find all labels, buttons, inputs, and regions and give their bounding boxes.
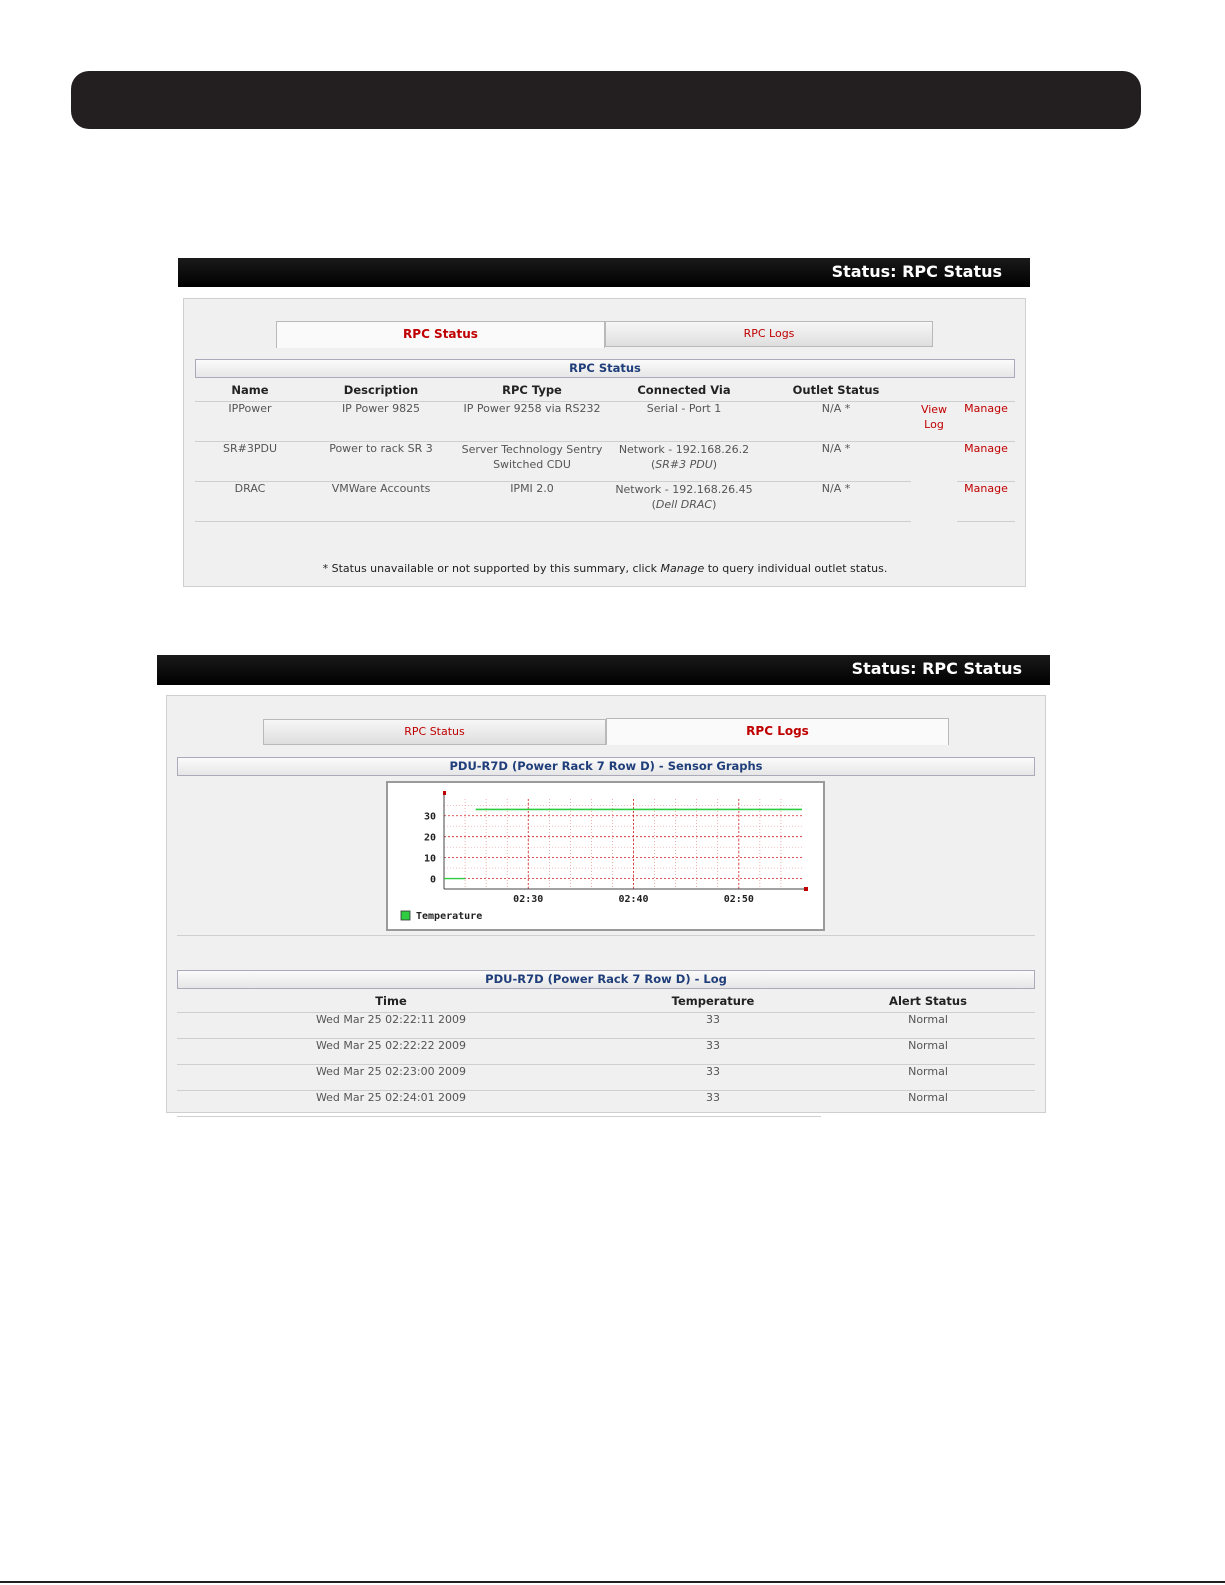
x-axis-arrow <box>804 887 808 891</box>
table-row: Wed Mar 25 02:24:01 2009 33 Normal <box>177 1090 1035 1117</box>
log-temperature: 33 <box>605 1090 821 1117</box>
rpc-connected-device: SR#3 PDU <box>655 458 713 471</box>
document-header-bar <box>71 71 1141 129</box>
log-alert: Normal <box>908 1091 948 1104</box>
rpc-description: IP Power 9825 <box>305 401 457 442</box>
y-tick-label: 0 <box>430 875 436 886</box>
rpc-connected-address: Network - 192.168.26.2 <box>618 443 750 456</box>
tab-rpc-status[interactable]: RPC Status <box>263 719 606 745</box>
outlet-status-footnote: * Status unavailable or not supported by… <box>195 562 1015 575</box>
rpc-description: Power to rack SR 3 <box>305 441 457 482</box>
rpc-type: Server Technology Sentry Switched CDU <box>457 441 607 482</box>
manage-link[interactable]: Manage <box>964 402 1008 415</box>
x-tick-label: 02:50 <box>724 894 754 905</box>
panel-1-header: Status: RPC Status <box>178 258 1030 287</box>
page-bottom-rule <box>0 1581 1225 1583</box>
table-row: Wed Mar 25 02:23:00 2009 33 Normal <box>177 1064 1035 1091</box>
panel-1-tabs: RPC Status RPC Logs <box>276 321 933 348</box>
footnote-text: * Status unavailable or not supported by… <box>322 562 661 575</box>
col-name: Name <box>231 383 269 397</box>
rpc-table-header: Name Description RPC Type Connected Via … <box>195 379 1015 402</box>
rpc-status-section-title: RPC Status <box>195 359 1015 378</box>
panel-2-title: Status: RPC Status <box>851 659 1022 678</box>
col-temperature: Temperature <box>671 994 755 1008</box>
x-tick-label: 02:30 <box>513 894 543 905</box>
log-section-title: PDU-R7D (Power Rack 7 Row D) - Log <box>177 970 1035 989</box>
rpc-name: SR#3PDU <box>195 441 305 482</box>
y-axis-arrow <box>443 791 446 795</box>
panel-2-header: Status: RPC Status <box>157 655 1050 685</box>
tab-rpc-status[interactable]: RPC Status <box>276 321 605 348</box>
footnote-manage: Manage <box>660 562 705 575</box>
manage-link[interactable]: Manage <box>964 442 1008 455</box>
temperature-chart: 0 10 20 30 02:30 02:40 02:50 Temperature <box>400 791 808 922</box>
panel-1-title: Status: RPC Status <box>831 262 1002 281</box>
rpc-name: DRAC <box>195 481 305 522</box>
table-row: SR#3PDU Power to rack SR 3 Server Techno… <box>195 441 1015 482</box>
sensor-graph: 0 10 20 30 02:30 02:40 02:50 Temperature <box>386 781 825 931</box>
rpc-connected-via: Serial - Port 1 <box>607 401 761 442</box>
col-rpc-type: RPC Type <box>502 383 562 397</box>
sensor-graphs-section-title: PDU-R7D (Power Rack 7 Row D) - Sensor Gr… <box>177 757 1035 776</box>
table-row: IPPower IP Power 9825 IP Power 9258 via … <box>195 401 1015 442</box>
rpc-description: VMWare Accounts <box>305 481 457 522</box>
tab-rpc-logs[interactable]: RPC Logs <box>605 321 933 347</box>
log-temperature: 33 <box>605 1064 821 1091</box>
log-time: Wed Mar 25 02:22:11 2009 <box>177 1012 605 1039</box>
rpc-type: IPMI 2.0 <box>457 481 607 522</box>
x-tick-label: 02:40 <box>618 894 648 905</box>
rpc-connected-address: Network - 192.168.26.45 <box>615 483 753 496</box>
panel-2-tabs: RPC Status RPC Logs <box>263 718 949 745</box>
rpc-outlet-status: N/A * <box>761 401 911 442</box>
footnote-text-end: to query individual outlet status. <box>704 562 888 575</box>
log-temperature: 33 <box>605 1012 821 1039</box>
tab-rpc-logs[interactable]: RPC Logs <box>606 718 949 745</box>
rpc-connected-via: Network - 192.168.26.45 (Dell DRAC) <box>607 481 761 522</box>
y-tick-label: 10 <box>424 854 436 865</box>
col-time: Time <box>375 994 407 1008</box>
rpc-outlet-status: N/A * <box>761 481 911 522</box>
legend-swatch <box>400 910 411 921</box>
rpc-status-table: Name Description RPC Type Connected Via … <box>195 379 1015 522</box>
table-row: DRAC VMWare Accounts IPMI 2.0 Network - … <box>195 481 1015 522</box>
rpc-connected-device: Dell DRAC <box>655 498 713 511</box>
graph-divider <box>177 935 1035 936</box>
y-tick-label: 20 <box>424 833 436 844</box>
log-alert: Normal <box>821 1064 1035 1091</box>
rpc-name: IPPower <box>195 401 305 442</box>
log-temperature: 33 <box>605 1038 821 1065</box>
log-alert: Normal <box>821 1012 1035 1039</box>
log-table-header: Time Temperature Alert Status <box>177 990 1035 1013</box>
col-description: Description <box>343 383 419 397</box>
rpc-type: IP Power 9258 via RS232 <box>457 401 607 442</box>
log-time: Wed Mar 25 02:22:22 2009 <box>177 1038 605 1065</box>
legend-label: Temperature <box>416 911 482 922</box>
table-row: Wed Mar 25 02:22:11 2009 33 Normal <box>177 1012 1035 1039</box>
table-row: Wed Mar 25 02:22:22 2009 33 Normal <box>177 1038 1035 1065</box>
col-outlet-status: Outlet Status <box>792 383 880 397</box>
col-connected-via: Connected Via <box>637 383 731 397</box>
manage-link[interactable]: Manage <box>964 482 1008 495</box>
log-time: Wed Mar 25 02:23:00 2009 <box>177 1064 605 1091</box>
log-alert: Normal <box>821 1038 1035 1065</box>
y-tick-label: 30 <box>424 812 436 823</box>
log-time: Wed Mar 25 02:24:01 2009 <box>177 1090 605 1117</box>
col-alert-status: Alert Status <box>889 994 967 1008</box>
view-log-link[interactable]: View Log <box>919 402 949 432</box>
rpc-outlet-status: N/A * <box>761 441 911 482</box>
rpc-connected-via: Network - 192.168.26.2 (SR#3 PDU) <box>607 441 761 482</box>
log-table: Time Temperature Alert Status Wed Mar 25… <box>177 990 1035 1117</box>
